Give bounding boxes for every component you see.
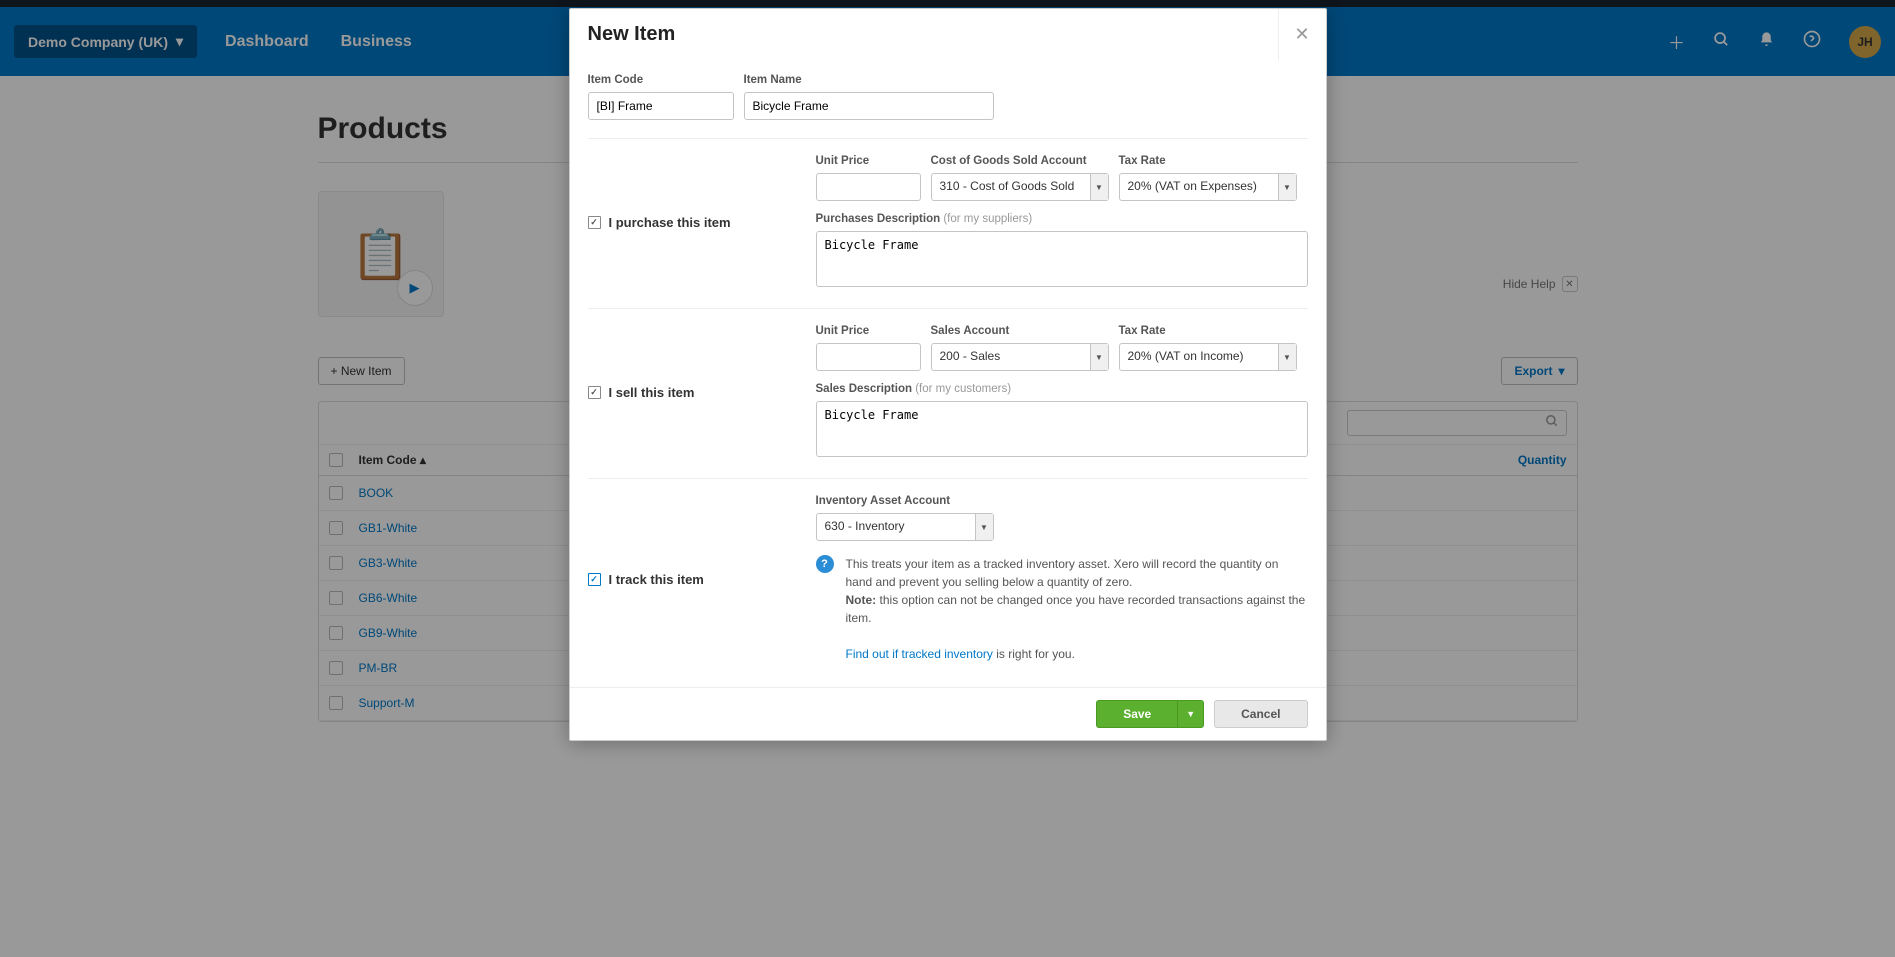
close-button[interactable]: ✕ — [1278, 9, 1326, 60]
sales-account-select[interactable]: 200 - Sales ▼ — [931, 343, 1109, 371]
save-button[interactable]: Save — [1096, 700, 1177, 728]
purchase-label: I purchase this item — [609, 215, 731, 230]
sales-desc-textarea[interactable] — [816, 401, 1308, 457]
track-label: I track this item — [609, 572, 704, 587]
purchase-tax-label: Tax Rate — [1119, 155, 1297, 167]
sell-unit-price-input[interactable] — [816, 343, 921, 371]
modal-title: New Item — [588, 23, 676, 46]
item-code-label: Item Code — [588, 74, 734, 86]
purchase-checkbox[interactable] — [588, 216, 601, 229]
purchases-desc-textarea[interactable] — [816, 231, 1308, 287]
item-name-label: Item Name — [744, 74, 994, 86]
sales-desc-label: Sales Description (for my customers) — [816, 383, 1308, 395]
chevron-down-icon: ▼ — [1278, 344, 1296, 370]
item-code-input[interactable] — [588, 92, 734, 120]
cancel-button[interactable]: Cancel — [1214, 700, 1307, 728]
info-icon: ? — [816, 555, 834, 573]
sell-checkbox[interactable] — [588, 386, 601, 399]
tracked-inventory-link[interactable]: Find out if tracked inventory — [846, 647, 993, 661]
inventory-account-label: Inventory Asset Account — [816, 495, 1308, 507]
new-item-modal: New Item ✕ Item Code Item Name I purchas… — [569, 8, 1327, 741]
chevron-down-icon: ▼ — [975, 514, 993, 540]
cogs-account-select[interactable]: 310 - Cost of Goods Sold ▼ — [931, 173, 1109, 201]
sell-label: I sell this item — [609, 385, 695, 400]
sales-account-label: Sales Account — [931, 325, 1109, 337]
sell-tax-select[interactable]: 20% (VAT on Income) ▼ — [1119, 343, 1297, 371]
inventory-account-select[interactable]: 630 - Inventory ▼ — [816, 513, 994, 541]
sell-tax-label: Tax Rate — [1119, 325, 1297, 337]
chevron-down-icon: ▼ — [1278, 174, 1296, 200]
chevron-down-icon: ▼ — [1090, 174, 1108, 200]
save-dropdown-button[interactable]: ▼ — [1177, 700, 1204, 728]
help-text: This treats your item as a tracked inven… — [846, 555, 1308, 663]
purchase-unit-price-input[interactable] — [816, 173, 921, 201]
sell-unit-price-label: Unit Price — [816, 325, 921, 337]
track-checkbox[interactable] — [588, 573, 601, 586]
cogs-account-label: Cost of Goods Sold Account — [931, 155, 1109, 167]
chevron-down-icon: ▼ — [1090, 344, 1108, 370]
purchases-desc-label: Purchases Description (for my suppliers) — [816, 213, 1308, 225]
purchase-tax-select[interactable]: 20% (VAT on Expenses) ▼ — [1119, 173, 1297, 201]
purchase-unit-price-label: Unit Price — [816, 155, 921, 167]
item-name-input[interactable] — [744, 92, 994, 120]
